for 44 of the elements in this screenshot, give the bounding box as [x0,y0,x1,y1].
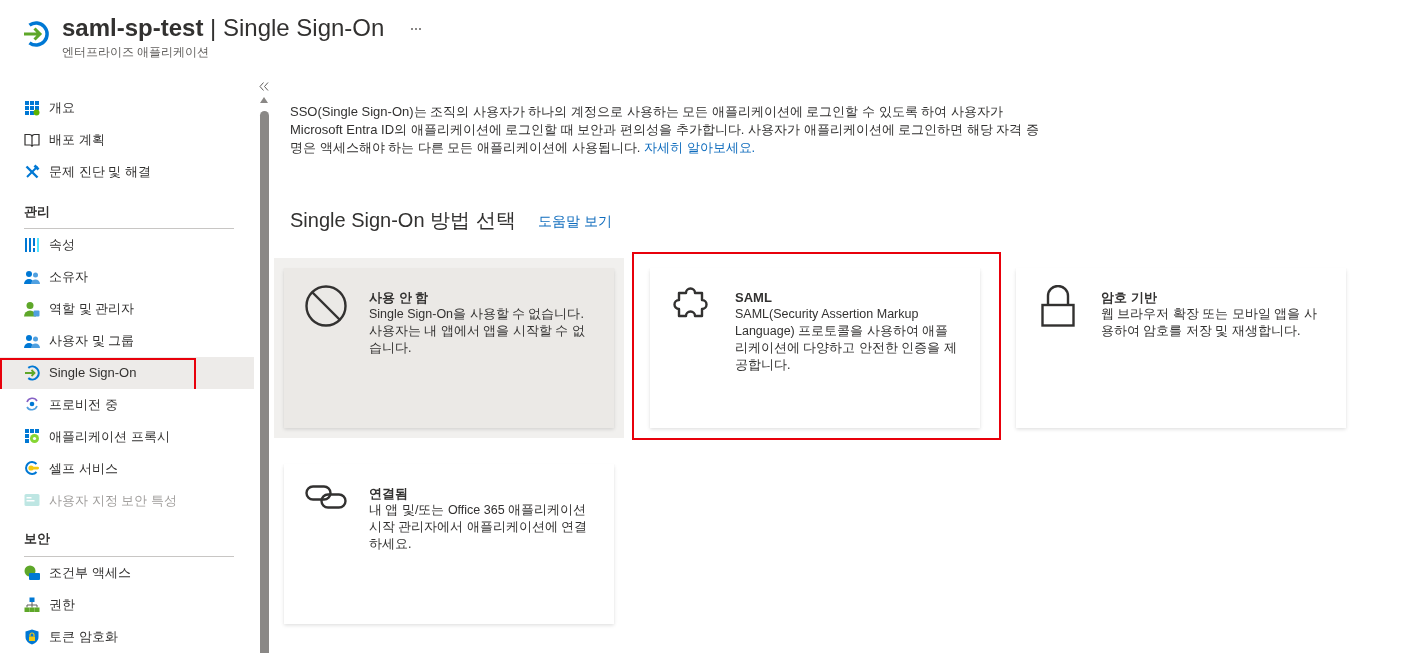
people-icon [24,268,40,285]
bars-icon [24,236,40,253]
card-description: 웹 브라우저 확장 또는 모바일 앱을 사용하여 암호를 저장 및 재생합니다. [1101,306,1318,340]
scrollbar[interactable] [259,111,269,653]
card-title: SAML [735,289,773,306]
card-title: 연결됨 [369,485,409,502]
sign-in-icon [24,364,40,381]
key-icon [24,460,40,477]
page-subtitle: 엔터프라이즈 애플리케이션 [62,44,211,60]
method-card[interactable]: 암호 기반 웹 브라우저 확장 또는 모바일 앱을 사용하여 암호를 저장 및 재생합니다. [1016,268,1346,428]
shield-icon [24,629,40,646]
more-icon[interactable] [410,27,423,31]
scroll-up-icon[interactable] [260,97,268,103]
card-description: SAML(Security Assertion Markup Language) 프로토콜을 사용하여 애플리케이션에 다양하고 안전한 인증을 제공합니다. [735,306,958,374]
learn-more-link[interactable]: 자세히 알아보세요. [643,140,756,155]
method-card[interactable]: SAML SAML(Security Assertion Markup Language) 프로토콜을 사용하여 애플리케이션에 다양하고 안전한 인증을 제공합니다. [650,268,980,428]
help-link[interactable]: 도움말 보기 [537,211,612,231]
card-icon [24,492,40,509]
grid-icon [24,428,40,445]
blocked-icon [305,285,347,327]
section-title: Single Sign-On 방법 선택 [290,208,516,233]
grid-icon [24,99,40,116]
circle-card-icon [24,565,40,582]
collapse-icon[interactable] [259,82,269,91]
method-card[interactable]: 연결됨 내 앱 및/또는 Office 365 애플리케이션 시작 관리자에서 애플리케이션에 연결하세요. [284,464,614,624]
book-icon [24,131,40,148]
cycle-icon [24,396,40,413]
page-title: saml-sp-test | Single Sign-On [62,14,385,42]
sign-in-icon [22,20,50,48]
card-title: 사용 안 함 [369,289,430,306]
section-heading: 보안 [24,530,51,549]
sidebar-item[interactable]: Single Sign-On [0,356,254,389]
tools-icon [24,163,40,180]
person-icon [24,300,40,317]
intro-text: SSO(Single Sign-On)는 조직의 사용자가 하나의 계정으로 사용하는 모든 애플리케이션에 로그인할 수 있도록 하여 사용자가 Microsoft Entra ID의 애플리케이션에 로그인할 때 보안과 편의성을 추가합니다. 사용자가 애플리케이션에 로그인하면 해당 자격 증명은 액세스해야 하는 다른 모든 애플리케이션에 사용됩니다. 자세히 알아보세요. [290,103,1040,157]
card-description: Single Sign-On을 사용할 수 없습니다. 사용자는 내 앱에서 앱을 시작할 수 없습니다. [369,306,586,357]
lock-icon [1041,285,1075,327]
card-description: 내 앱 및/또는 Office 365 애플리케이션 시작 관리자에서 애플리케이션에 연결하세요. [369,502,589,553]
link-icon [305,485,347,509]
hierarchy-icon [24,597,40,614]
section-heading: 관리 [24,202,51,221]
people-icon [24,332,40,349]
method-card[interactable]: 사용 안 함 Single Sign-On을 사용할 수 없습니다. 사용자는 내 앱에서 앱을 시작할 수 없습니다. [274,258,624,438]
card-title: 암호 기반 [1101,289,1158,306]
